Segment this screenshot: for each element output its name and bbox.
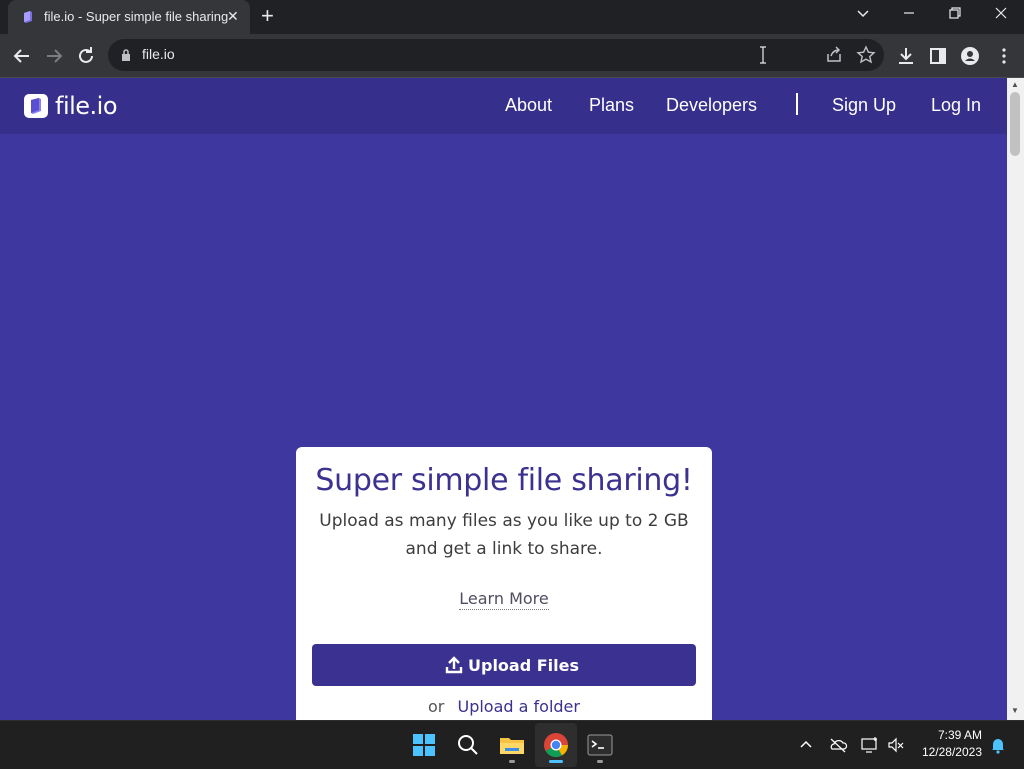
close-window-icon[interactable] bbox=[991, 6, 1011, 26]
scroll-thumb[interactable] bbox=[1010, 92, 1020, 156]
learn-more-link[interactable]: Learn More bbox=[459, 589, 549, 610]
clock-date[interactable]: 12/28/2023 bbox=[910, 745, 982, 759]
site-logo-text[interactable]: file.io bbox=[55, 92, 118, 120]
lock-icon bbox=[122, 49, 130, 61]
windows-start-icon[interactable] bbox=[408, 729, 440, 761]
forward-icon[interactable] bbox=[42, 44, 66, 68]
taskbar: 7:39 AM 12/28/2023 bbox=[0, 720, 1024, 769]
upload-icon bbox=[445, 656, 463, 674]
upload-files-button[interactable]: Upload Files bbox=[312, 644, 696, 686]
card-title: Super simple file sharing! bbox=[315, 463, 693, 498]
onedrive-offline-icon[interactable] bbox=[828, 735, 848, 755]
nav-login-link[interactable]: Log In bbox=[931, 95, 981, 116]
scroll-up-arrow-icon[interactable]: ▲ bbox=[1011, 80, 1019, 89]
profile-icon[interactable] bbox=[958, 44, 982, 68]
volume-muted-icon[interactable] bbox=[886, 735, 906, 755]
fileio-favicon-icon bbox=[24, 11, 32, 23]
nav-signup-link[interactable]: Sign Up bbox=[832, 95, 896, 116]
nav-plans-link[interactable]: Plans bbox=[589, 95, 634, 116]
browser-toolbar: file.io bbox=[0, 34, 1024, 78]
nav-divider bbox=[796, 93, 798, 115]
tab-title: file.io - Super simple file sharing bbox=[44, 9, 229, 24]
clock-time[interactable]: 7:39 AM bbox=[916, 728, 982, 742]
web-page: file.io About Plans Developers Sign Up L… bbox=[0, 78, 1007, 720]
upload-folder-link[interactable]: Upload a folder bbox=[457, 697, 579, 716]
address-bar[interactable]: file.io bbox=[108, 39, 884, 71]
upload-files-label: Upload Files bbox=[468, 656, 580, 675]
share-icon[interactable] bbox=[824, 45, 844, 65]
minimize-icon[interactable] bbox=[899, 6, 919, 26]
text-cursor-icon bbox=[758, 45, 768, 65]
terminal-indicator bbox=[597, 760, 603, 763]
browser-menu-icon[interactable] bbox=[992, 44, 1016, 68]
upload-card: Super simple file sharing! Upload as man… bbox=[296, 447, 712, 720]
nav-about-link[interactable]: About bbox=[505, 95, 552, 116]
url-text: file.io bbox=[142, 46, 175, 62]
file-explorer-indicator bbox=[509, 760, 515, 763]
browser-tab[interactable]: file.io - Super simple file sharing ✕ bbox=[8, 0, 250, 34]
download-icon[interactable] bbox=[894, 44, 918, 68]
tab-search-icon[interactable] bbox=[853, 6, 873, 26]
tray-overflow-chevron-icon[interactable] bbox=[796, 735, 816, 755]
notification-bell-icon[interactable] bbox=[988, 735, 1008, 755]
new-tab-icon[interactable]: + bbox=[261, 4, 274, 28]
chrome-icon[interactable] bbox=[540, 729, 572, 761]
site-navbar: file.io About Plans Developers Sign Up L… bbox=[0, 78, 1007, 134]
fileio-logo-icon[interactable] bbox=[24, 94, 48, 118]
chrome-active-indicator bbox=[549, 760, 563, 763]
file-explorer-icon[interactable] bbox=[496, 729, 528, 761]
scroll-down-arrow-icon[interactable]: ▼ bbox=[1011, 706, 1019, 715]
page-scrollbar[interactable]: ▲ ▼ bbox=[1007, 78, 1024, 720]
learn-more-container: Learn More bbox=[296, 589, 712, 610]
network-icon[interactable] bbox=[860, 735, 880, 755]
search-icon[interactable] bbox=[452, 729, 484, 761]
nav-developers-link[interactable]: Developers bbox=[666, 95, 757, 116]
tab-strip: file.io - Super simple file sharing ✕ + bbox=[0, 0, 1024, 34]
bookmark-star-icon[interactable] bbox=[856, 45, 876, 65]
or-text: or bbox=[428, 697, 445, 716]
terminal-icon[interactable] bbox=[584, 729, 616, 761]
upload-folder-row: or Upload a folder bbox=[296, 697, 712, 716]
back-icon[interactable] bbox=[10, 44, 34, 68]
tab-close-icon[interactable]: ✕ bbox=[227, 8, 239, 25]
side-panel-icon[interactable] bbox=[926, 44, 950, 68]
card-description: Upload as many files as you like up to 2… bbox=[319, 511, 689, 559]
restore-icon[interactable] bbox=[945, 6, 965, 26]
reload-icon[interactable] bbox=[74, 44, 98, 68]
